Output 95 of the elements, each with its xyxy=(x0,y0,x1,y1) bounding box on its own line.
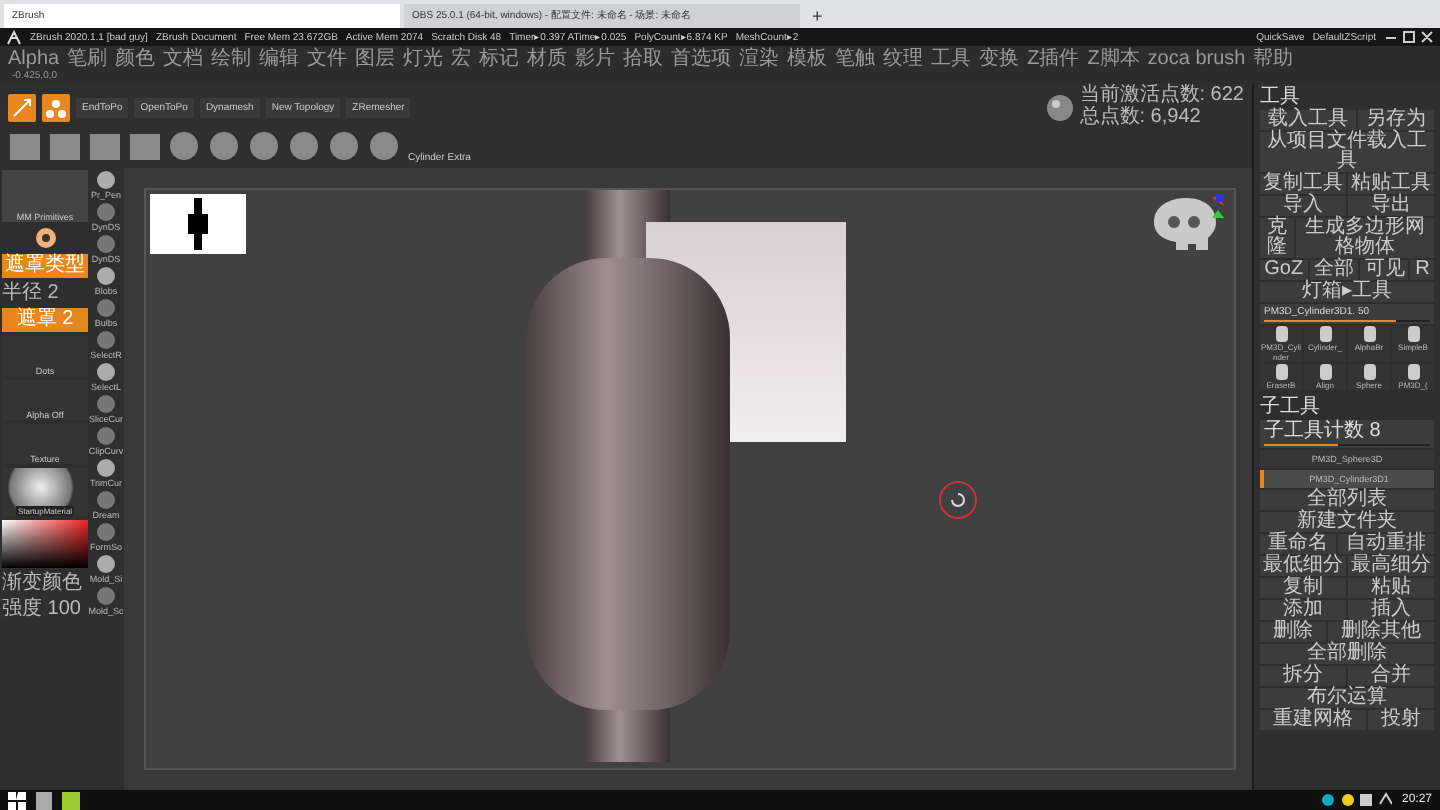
panel-button[interactable]: 删除其他 xyxy=(1328,622,1434,642)
panel-button[interactable]: 重建网格 xyxy=(1260,710,1366,730)
panel-button[interactable]: 另存为 xyxy=(1358,110,1434,130)
menu-item[interactable]: 绘制 xyxy=(211,47,252,69)
panel-button[interactable]: 复制工具 xyxy=(1260,174,1346,194)
sphere-brush-icon xyxy=(168,130,202,164)
cube-brush-icon xyxy=(128,130,162,164)
panel-button[interactable]: 新建文件夹 xyxy=(1260,512,1434,532)
menu-item[interactable]: 标记 xyxy=(479,47,520,69)
menu-item[interactable]: 渲染 xyxy=(739,47,780,69)
panel-button[interactable]: R xyxy=(1410,260,1434,280)
tool-preview-icon xyxy=(1403,364,1423,380)
tool-preview-icon xyxy=(1271,326,1291,342)
menu-item[interactable]: 文档 xyxy=(163,47,204,69)
brush-dot-icon xyxy=(33,226,57,250)
sphere-brush-icon xyxy=(288,130,322,164)
menu-item[interactable]: 影片 xyxy=(575,47,616,69)
panel-button[interactable]: 粘贴 xyxy=(1348,578,1434,598)
panel-button[interactable]: 粘贴工具 xyxy=(1348,174,1434,194)
tool-preview-icon xyxy=(1315,326,1335,342)
panel-button[interactable]: 全部列表 xyxy=(1260,490,1434,510)
palette-label: 半径 2 xyxy=(2,282,61,304)
tool-preview-icon xyxy=(1403,326,1423,342)
panel-button[interactable]: 生成多边形网格物体 xyxy=(1295,218,1434,258)
poly-info-text: 当前激活点数: 622 xyxy=(1079,86,1244,106)
panel-button[interactable]: 载入工具 xyxy=(1260,110,1356,130)
cube-brush-icon xyxy=(8,130,42,164)
material-sphere-icon xyxy=(1045,93,1074,121)
draw-mode-icon xyxy=(42,93,70,121)
tool-preview-icon xyxy=(1359,326,1379,342)
panel-button[interactable]: 从项目文件载入工具 xyxy=(1260,132,1434,172)
cube-brush-icon xyxy=(48,130,82,164)
panel-button[interactable]: 全部 xyxy=(1309,260,1359,280)
edit-mode-icon xyxy=(8,93,36,121)
panel-button[interactable]: 可见 xyxy=(1360,260,1409,280)
subtool-count-slider[interactable]: 子工具计数 8 xyxy=(1260,420,1434,448)
panel-button[interactable]: 插入 xyxy=(1348,600,1434,620)
tray-icons-icon xyxy=(1319,792,1392,808)
panel-button[interactable]: 灯箱▸工具 xyxy=(1260,282,1434,302)
menu-item[interactable]: 首选项 xyxy=(671,47,732,69)
menu-item[interactable]: 变换 xyxy=(979,47,1020,69)
sphere-brush-icon xyxy=(248,130,282,164)
menu-item[interactable]: 纹理 xyxy=(883,47,924,69)
cursor-ring-icon xyxy=(938,480,978,520)
color-picker[interactable] xyxy=(2,520,88,568)
tool-preview-icon xyxy=(1271,364,1291,380)
menu-item[interactable]: Z脚本 xyxy=(1087,47,1140,69)
panel-button[interactable]: 合并 xyxy=(1348,666,1434,686)
menu-item[interactable]: zoca brush xyxy=(1147,47,1246,69)
menu-item[interactable]: 宏 xyxy=(451,47,472,69)
panel-button[interactable]: 克隆 xyxy=(1260,218,1294,258)
poly-info-text: 总点数: 6,942 xyxy=(1079,108,1203,128)
tool-preview-icon xyxy=(1359,364,1379,380)
navigator-thumbnail xyxy=(150,194,246,254)
panel-button[interactable]: 自动重排 xyxy=(1338,534,1434,554)
cube-brush-icon xyxy=(88,130,122,164)
menu-item[interactable]: 编辑 xyxy=(259,47,300,69)
menu-item[interactable]: 笔刷 xyxy=(67,47,108,69)
sphere-brush-icon xyxy=(328,130,362,164)
menu-item[interactable]: 模板 xyxy=(787,47,828,69)
menu-item[interactable]: 图层 xyxy=(355,47,396,69)
window-controls-icon xyxy=(1384,30,1434,44)
panel-button[interactable]: 最高细分 xyxy=(1348,556,1434,576)
panel-button[interactable]: 拆分 xyxy=(1260,666,1346,686)
tool-preview-icon xyxy=(1315,364,1335,380)
menu-item[interactable]: 拾取 xyxy=(623,47,664,69)
panel-button[interactable]: GoZ xyxy=(1260,260,1308,280)
palette-label: 强度 100 xyxy=(2,598,83,620)
panel-button[interactable]: 复制 xyxy=(1260,578,1346,598)
sphere-brush-icon xyxy=(368,130,402,164)
menu-item[interactable]: Z插件 xyxy=(1027,47,1080,69)
menu-item[interactable]: 笔触 xyxy=(835,47,876,69)
menu-item[interactable]: 颜色 xyxy=(115,47,156,69)
menu-item[interactable]: 文件 xyxy=(307,47,348,69)
panel-button[interactable]: 添加 xyxy=(1260,600,1346,620)
palette-label: 渐变颜色 xyxy=(2,572,84,594)
panel-button[interactable]: 布尔运算 xyxy=(1260,688,1434,708)
section-title: 子工具 xyxy=(1260,396,1322,418)
menu-item[interactable]: 材质 xyxy=(527,47,568,69)
panel-button[interactable]: 全部删除 xyxy=(1260,644,1434,664)
zbrush-logo-icon xyxy=(6,29,22,45)
panel-button[interactable]: 最低细分 xyxy=(1260,556,1346,576)
panel-button[interactable]: 导入 xyxy=(1260,196,1346,216)
panel-button[interactable]: 投射 xyxy=(1368,710,1434,730)
panel-title: 工具 xyxy=(1260,86,1300,108)
new-tab-button[interactable]: + xyxy=(804,4,831,28)
panel-button[interactable]: 删除 xyxy=(1260,622,1326,642)
menu-item[interactable]: Alpha xyxy=(8,47,60,69)
panel-button[interactable]: 导出 xyxy=(1348,196,1434,216)
sphere-brush-icon xyxy=(208,130,242,164)
windows-start-icon xyxy=(8,791,26,809)
menu-item[interactable]: 帮助 xyxy=(1253,47,1294,69)
panel-button[interactable]: 重命名 xyxy=(1260,534,1336,554)
menu-item[interactable]: 工具 xyxy=(931,47,972,69)
menu-item[interactable]: 灯光 xyxy=(403,47,444,69)
